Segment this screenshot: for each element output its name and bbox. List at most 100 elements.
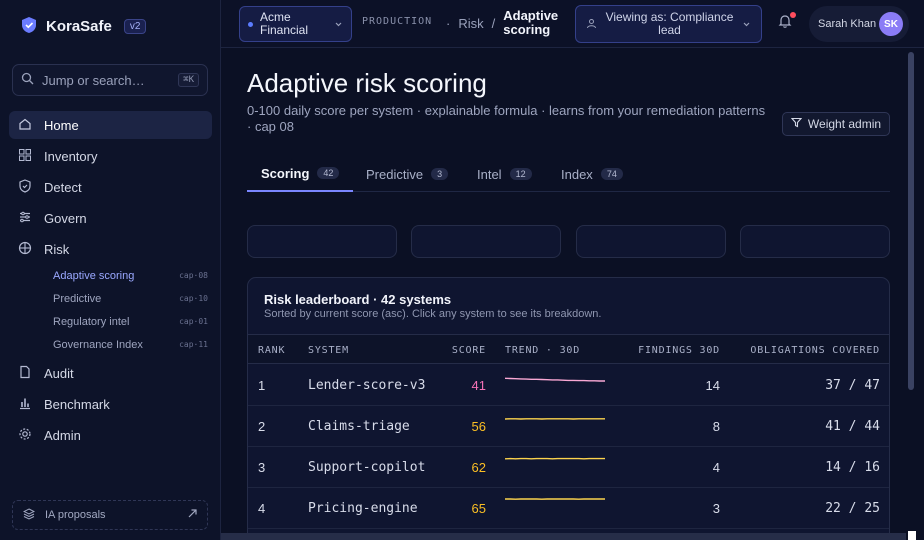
tab-count: 42: [317, 167, 340, 179]
stat-card: [247, 225, 397, 258]
page-subtitle: 0-100 daily score per system · explainab…: [247, 103, 766, 134]
nav-item-inventory[interactable]: Inventory: [9, 142, 212, 170]
nav-label: Audit: [44, 365, 74, 381]
user-menu[interactable]: Sarah Khan SK: [809, 6, 909, 42]
search-placeholder: Jump or search…: [42, 72, 145, 88]
stat-card: [740, 225, 890, 258]
ia-proposals-label: IA proposals: [45, 509, 106, 521]
shield-check-icon: [18, 178, 32, 196]
scroll-corner: [908, 531, 916, 540]
subnav-label: Regulatory intel: [53, 316, 130, 328]
subnav-item-adaptive-scoring[interactable]: Adaptive scoring cap·08: [53, 270, 208, 282]
nav-item-detect[interactable]: Detect: [9, 173, 212, 201]
nav-item-govern[interactable]: Govern: [9, 204, 212, 232]
rank-cell: 3: [258, 460, 266, 475]
obligations-cell: 22 / 25: [825, 501, 880, 516]
avatar: SK: [879, 12, 903, 36]
horizontal-scrollbar[interactable]: [221, 533, 906, 540]
column-header-trend: TREND · 30D: [505, 345, 581, 356]
viewing-as-selector[interactable]: Viewing as: Compliance lead: [575, 5, 762, 43]
grid-icon: [18, 148, 32, 165]
environment-label: PRODUCTION: [362, 16, 433, 27]
brand[interactable]: KoraSafe v2: [20, 16, 147, 37]
tab-intel[interactable]: Intel 12: [463, 156, 546, 192]
leaderboard-title: Risk leaderboard · 42 systems: [264, 292, 452, 307]
org-name: Acme Financial: [260, 10, 309, 37]
score-cell: 62: [471, 460, 486, 475]
tab-label: Predictive: [366, 166, 424, 182]
nav-label: Home: [44, 117, 79, 133]
table-row[interactable]: 1 Lender-score-v3 41 14 37 / 47: [248, 365, 889, 406]
rank-cell: 1: [258, 378, 266, 393]
subnav-label: Predictive: [53, 293, 102, 305]
breadcrumb-current: Adaptive scoring: [503, 8, 559, 37]
shield-logo-icon: [20, 16, 38, 37]
user-name: Sarah Khan: [818, 17, 877, 30]
breadcrumb-separator: /: [491, 15, 496, 31]
version-badge: v2: [123, 19, 147, 34]
column-header-rank[interactable]: RANK: [258, 345, 285, 356]
table-row[interactable]: 3 Support-copilot 62 4 14 / 16: [248, 447, 889, 488]
trend-sparkline: [505, 498, 605, 500]
subnav-item-predictive[interactable]: Predictive cap·10: [53, 293, 208, 305]
system-cell: Claims-triage: [308, 419, 410, 434]
tab-bar: Scoring 42 Predictive 3 Intel 12 Index 7…: [247, 156, 890, 192]
nav-item-home[interactable]: Home: [9, 111, 212, 139]
system-cell: Support-copilot: [308, 460, 426, 475]
top-bar: Acme Financial PRODUCTION · Risk / Adapt…: [221, 0, 924, 48]
tab-index[interactable]: Index 74: [547, 156, 637, 192]
breadcrumb-risk[interactable]: Risk: [458, 16, 483, 31]
tab-predictive[interactable]: Predictive 3: [352, 156, 462, 192]
org-switcher[interactable]: Acme Financial: [239, 6, 352, 42]
page-title: Adaptive risk scoring: [247, 68, 487, 98]
obligations-cell: 14 / 16: [825, 460, 880, 475]
tab-scoring[interactable]: Scoring 42: [247, 156, 354, 192]
findings-cell: 8: [712, 419, 720, 434]
nav-item-admin[interactable]: Admin: [9, 421, 212, 449]
subnav-label: Adaptive scoring: [53, 270, 135, 282]
risk-leaderboard-panel: Risk leaderboard · 42 systems Sorted by …: [247, 277, 890, 540]
nav-item-audit[interactable]: Audit: [9, 359, 212, 387]
ia-proposals-link[interactable]: IA proposals: [12, 500, 208, 530]
search-input[interactable]: Jump or search… ⌘K: [12, 64, 208, 96]
score-cell: 56: [471, 419, 486, 434]
column-header-obligations[interactable]: OBLIGATIONS COVERED: [750, 345, 880, 356]
obligations-cell: 37 / 47: [825, 378, 880, 393]
cap-code: cap·11: [179, 340, 208, 349]
notifications-button[interactable]: [776, 12, 796, 32]
chevron-down-icon: [742, 17, 751, 32]
brand-name: KoraSafe: [46, 18, 112, 35]
subnav-item-governance-index[interactable]: Governance Index cap·11: [53, 339, 208, 351]
nav-item-benchmark[interactable]: Benchmark: [9, 390, 212, 418]
subnav-label: Governance Index: [53, 339, 143, 351]
score-cell: 41: [471, 378, 486, 393]
trend-sparkline: [505, 457, 605, 460]
nav-label: Inventory: [44, 148, 98, 164]
table-row[interactable]: 4 Pricing-engine 65 3 22 / 25: [248, 488, 889, 529]
column-header-score[interactable]: SCORE: [452, 345, 486, 356]
table-row[interactable]: 2 Claims-triage 56 8 41 / 44: [248, 406, 889, 447]
notification-dot: [790, 12, 796, 18]
findings-cell: 4: [712, 460, 720, 475]
sidebar: KoraSafe v2 Jump or search… ⌘K Home Inve…: [0, 0, 221, 540]
column-header-findings[interactable]: FINDINGS 30D: [638, 345, 720, 356]
stat-card: [576, 225, 726, 258]
score-cell: 65: [471, 501, 486, 516]
obligations-cell: 41 / 44: [825, 419, 880, 434]
main-content: Adaptive risk scoring 0-100 daily score …: [221, 48, 924, 540]
subnav-item-regulatory-intel[interactable]: Regulatory intel cap·01: [53, 316, 208, 328]
bar-chart-icon: [18, 396, 32, 413]
column-header-system[interactable]: SYSTEM: [308, 345, 349, 356]
nav-label: Detect: [44, 179, 82, 195]
vertical-scrollbar[interactable]: [908, 52, 914, 390]
rank-cell: 4: [258, 501, 266, 516]
cap-code: cap·08: [179, 271, 208, 280]
search-icon: [21, 72, 34, 88]
weight-admin-button[interactable]: Weight admin: [782, 112, 890, 136]
breadcrumb-separator: ·: [446, 15, 451, 31]
chevron-down-icon: [334, 17, 343, 32]
nav-item-risk[interactable]: Risk: [9, 235, 212, 263]
sliders-icon: [18, 210, 32, 227]
system-cell: Pricing-engine: [308, 501, 418, 516]
tab-label: Scoring: [261, 165, 310, 181]
